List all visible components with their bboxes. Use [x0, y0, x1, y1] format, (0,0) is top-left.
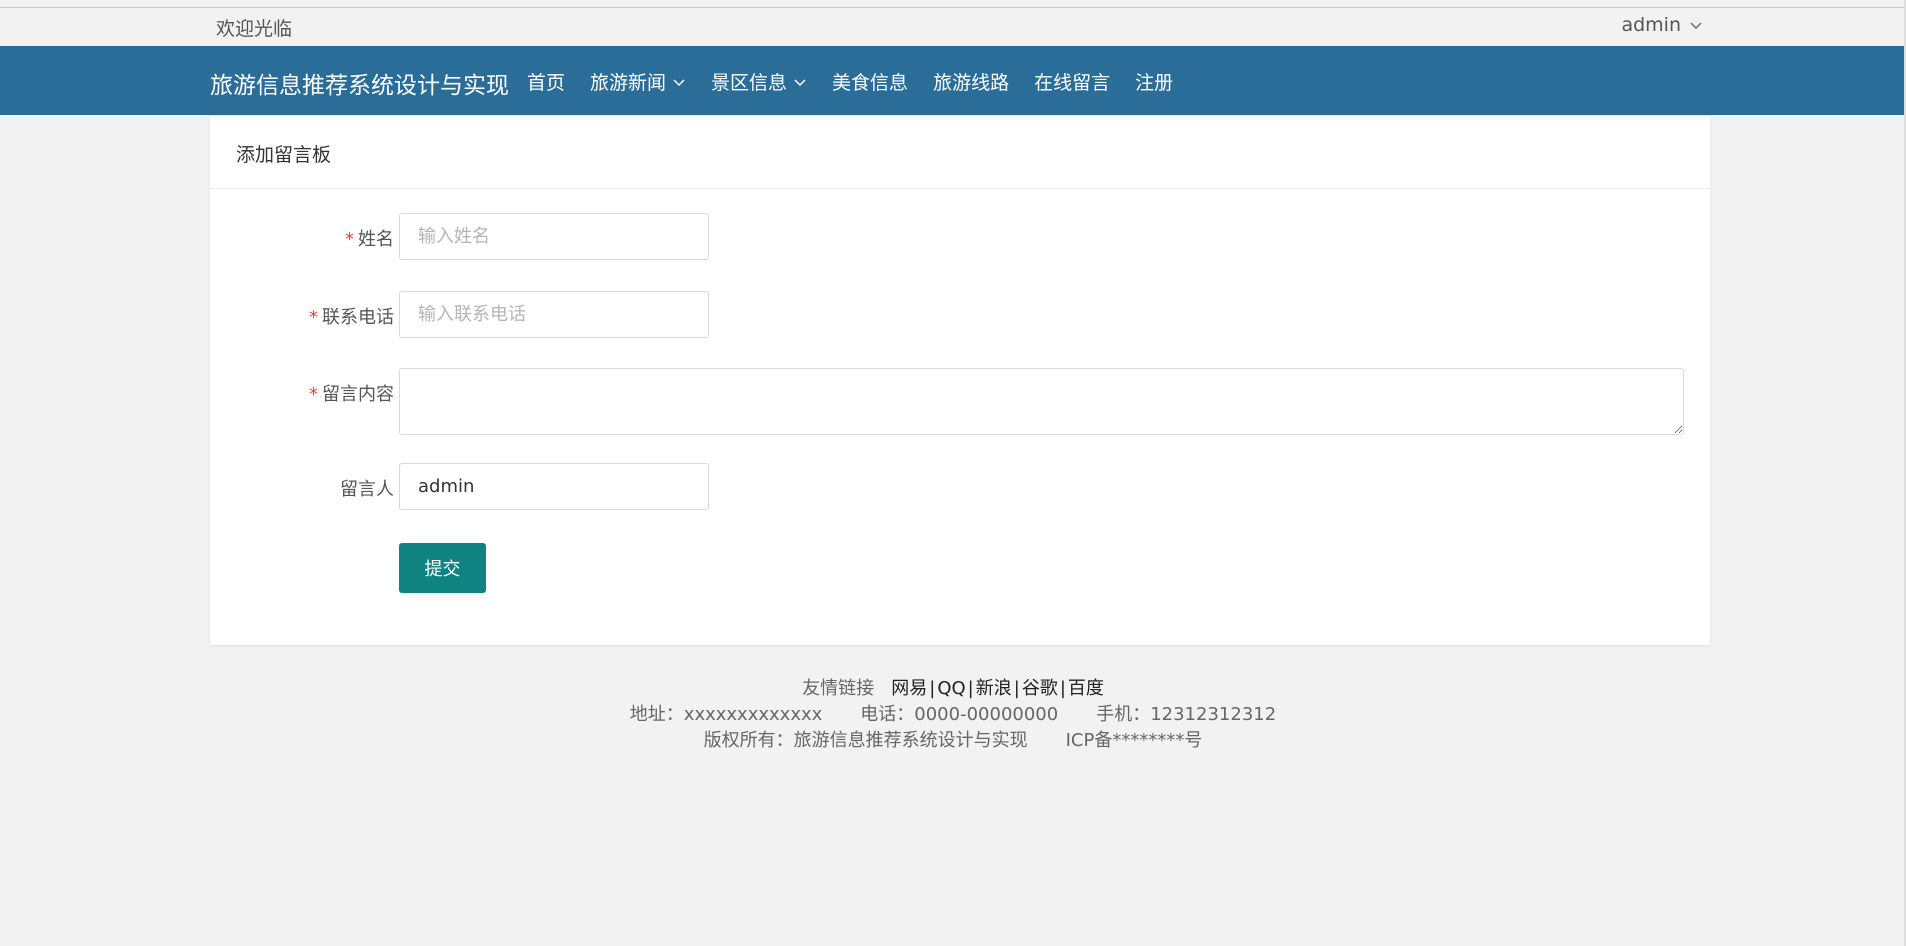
form-title: 添加留言板	[236, 144, 332, 166]
site-footer: 友情链接 网易 | QQ | 新浪 | 谷歌 | 百度 地址：xxxxxxxxxxxxx 电话：0…	[0, 676, 1906, 754]
footer-mobile: 手机：12312312312	[1096, 704, 1277, 725]
footer-address: 地址：xxxxxxxxxxxxx	[629, 704, 823, 725]
chevron-down-icon	[794, 78, 806, 86]
nav-item-register[interactable]: 注册	[1135, 68, 1173, 95]
nav-menu: 首页 旅游新闻 景区信息 美食信息 旅游线路 在线留言 注册	[527, 68, 1198, 95]
footer-link-baidu[interactable]: 百度	[1068, 678, 1104, 699]
card-header: 添加留言板	[210, 116, 1710, 189]
user-name: admin	[1621, 14, 1681, 36]
required-mark: *	[345, 229, 354, 250]
nav-item-label: 在线留言	[1034, 72, 1111, 94]
footer-link-qq[interactable]: QQ	[937, 678, 965, 699]
nav-item-label: 旅游线路	[933, 72, 1010, 94]
author-input[interactable]	[399, 463, 709, 510]
footer-link-google[interactable]: 谷歌	[1022, 678, 1058, 699]
footer-phone: 电话：0000-00000000	[860, 704, 1059, 725]
nav-item-online-message[interactable]: 在线留言	[1034, 68, 1110, 95]
user-menu[interactable]: admin	[1621, 14, 1703, 36]
footer-link-netease[interactable]: 网易	[891, 678, 927, 699]
content-textarea[interactable]	[399, 368, 1684, 435]
footer-icp: ICP备********号	[1065, 730, 1203, 751]
submit-button[interactable]: 提交	[399, 543, 486, 593]
nav-item-travel-news[interactable]: 旅游新闻	[590, 68, 686, 95]
nav-item-label: 旅游新闻	[590, 72, 667, 94]
nav-item-label: 首页	[527, 72, 566, 94]
nav-item-scenic-info[interactable]: 景区信息	[711, 68, 807, 95]
message-form-card: 添加留言板 *姓名 *联系电话 *留言内容 留言人 提交	[210, 116, 1710, 645]
chevron-down-icon	[1690, 22, 1702, 29]
phone-label: * 联系电话	[309, 303, 394, 329]
top-bar: 欢迎光临 admin	[0, 8, 1906, 46]
footer-copyright: 版权所有：旅游信息推荐系统设计与实现	[703, 730, 1028, 751]
link-separator: |	[1013, 678, 1020, 699]
footer-links-label: 友情链接	[802, 678, 875, 699]
nav-item-label: 注册	[1135, 72, 1174, 94]
link-separator: |	[1059, 678, 1066, 699]
footer-links: 友情链接 网易 | QQ | 新浪 | 谷歌 | 百度	[0, 676, 1906, 702]
nav-item-food-info[interactable]: 美食信息	[832, 68, 908, 95]
phone-label-text: 联系电话	[322, 307, 394, 328]
required-mark: *	[309, 384, 318, 405]
name-label: * 姓名	[345, 225, 394, 251]
nav-item-label: 美食信息	[832, 72, 909, 94]
link-separator: |	[929, 678, 936, 699]
footer-copyright-row: 版权所有：旅游信息推荐系统设计与实现 ICP备********号	[0, 728, 1906, 754]
nav-item-travel-routes[interactable]: 旅游线路	[933, 68, 1009, 95]
content-label-text: 留言内容	[322, 384, 394, 405]
content-label: * 留言内容	[309, 380, 394, 406]
author-label: 留言人	[340, 479, 394, 500]
main-navbar: 旅游信息推荐系统设计与实现 首页 旅游新闻 景区信息 美食信息 旅游线路 在线留…	[0, 46, 1906, 115]
nav-item-home[interactable]: 首页	[527, 68, 565, 95]
nav-item-label: 景区信息	[711, 72, 788, 94]
footer-contact: 地址：xxxxxxxxxxxxx 电话：0000-00000000 手机：12312…	[0, 702, 1906, 728]
footer-link-sina[interactable]: 新浪	[976, 678, 1012, 699]
link-separator: |	[967, 678, 974, 699]
name-label-text: 姓名	[358, 229, 394, 250]
required-mark: *	[309, 307, 318, 328]
phone-input[interactable]	[399, 291, 709, 338]
name-input[interactable]	[399, 213, 709, 260]
top-border	[0, 0, 1906, 8]
site-brand[interactable]: 旅游信息推荐系统设计与实现	[210, 66, 509, 100]
welcome-text: 欢迎光临	[216, 18, 293, 40]
chevron-down-icon	[673, 78, 685, 86]
